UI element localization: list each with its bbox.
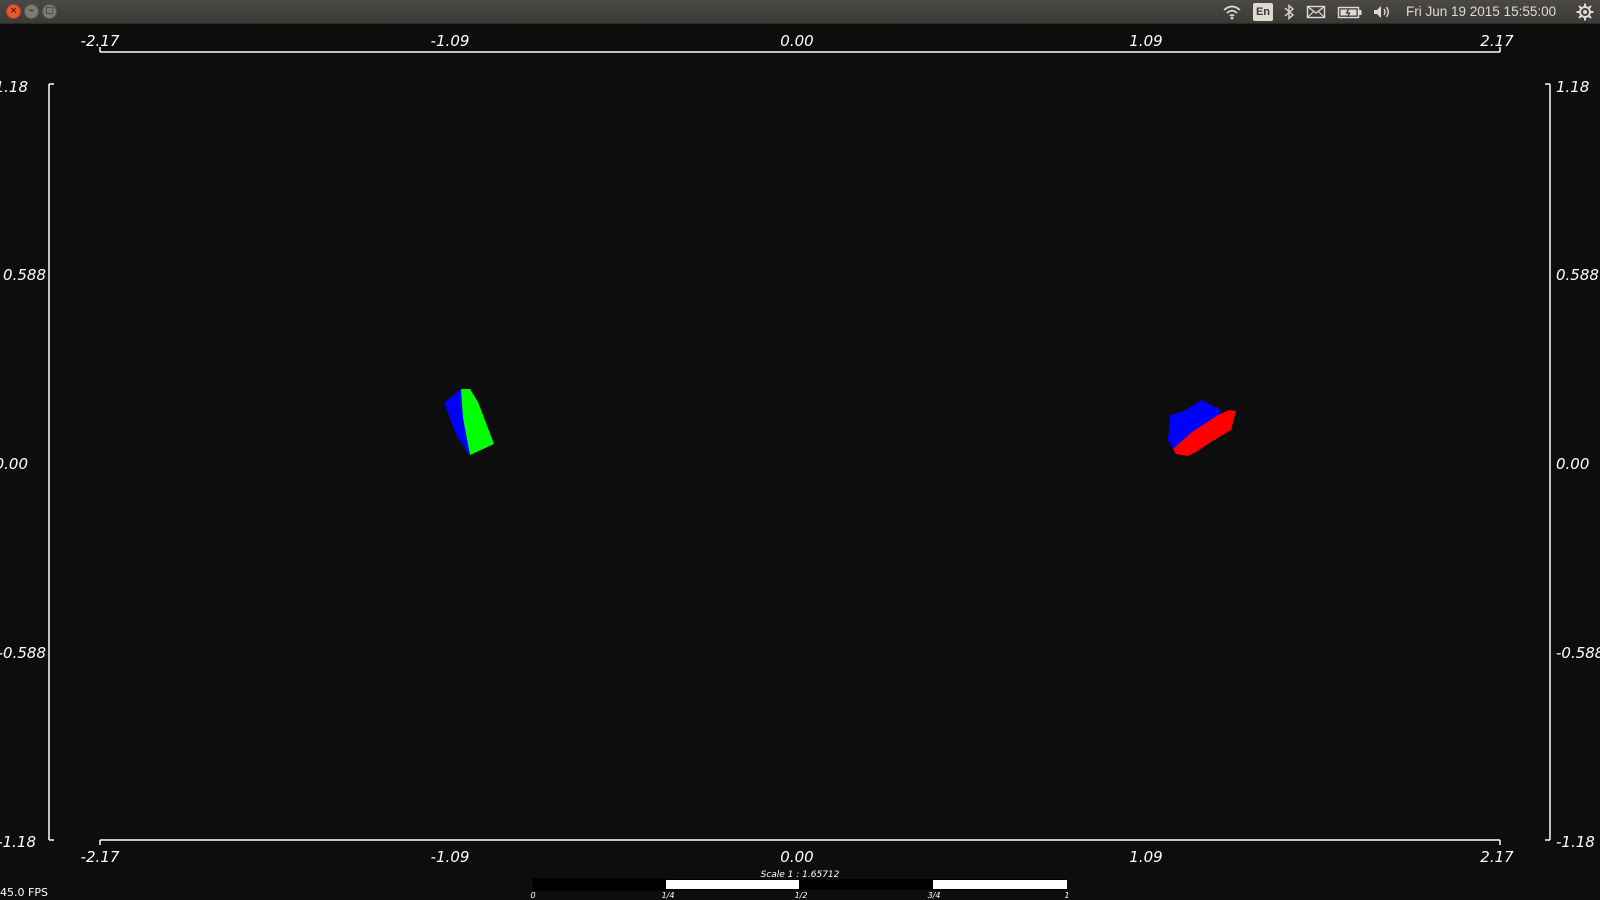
mail-icon[interactable] [1306,0,1326,24]
left-axis-label: 0.00 [0,455,28,473]
right-axis-label: 0.00 [1556,455,1589,473]
top-axis-label: 1.09 [1129,32,1162,50]
bottom-axis-label: 2.17 [1480,848,1514,866]
window-minimize-button[interactable]: – [24,4,39,19]
settings-gear-icon[interactable] [1575,0,1595,24]
left-axis-label: -0.588 [0,644,46,662]
right-axis-label: -0.588 [1556,644,1600,662]
left-axis-label: 1.18 [0,78,28,96]
scale-bar-segment [799,879,933,890]
top-axis-label: -1.09 [431,32,470,50]
battery-icon[interactable] [1337,0,1363,24]
window-maximize-button[interactable]: □ [42,4,57,19]
scale-bar-segment [532,878,667,891]
right-axis-label: 0.588 [1556,266,1599,284]
scale-bar-label: Scale 1 : 1.65712 [761,870,840,880]
wifi-icon[interactable] [1222,0,1242,24]
system-top-panel: × – □ En Fri Jun 19 2015 15:55:00 [0,0,1600,24]
bottom-axis-label: -2.17 [81,848,120,866]
volume-icon[interactable] [1372,0,1394,24]
scale-bar-tick-label: 1/2 [795,891,808,900]
fps-counter: 45.0 FPS [0,886,48,899]
right-axis-label: -1.18 [1556,833,1595,851]
scale-bar: Scale 1 : 1.65712 0 1/4 1/2 3/4 1 [530,870,1069,900]
plot-canvas[interactable]: -2.17 -1.09 0.00 1.09 2.17 -2.17 -1.09 0… [0,24,1600,900]
scale-bar-segment [933,880,1067,889]
scale-bar-segment [666,880,799,889]
axis-frame [48,47,1551,845]
right-object[interactable] [1168,400,1236,456]
bottom-axis-label: -1.09 [431,848,470,866]
window-close-button[interactable]: × [6,4,21,19]
left-axis-label: -1.18 [0,833,36,851]
bottom-axis-label: 1.09 [1129,848,1162,866]
bluetooth-icon[interactable] [1283,0,1295,24]
left-axis-label: 0.588 [3,266,46,284]
scale-bar-tick-label: 1/4 [662,891,675,900]
clock[interactable]: Fri Jun 19 2015 15:55:00 [1406,0,1556,24]
keyboard-language-indicator[interactable]: En [1253,3,1273,21]
top-axis-label: 0.00 [780,32,813,50]
left-object[interactable] [444,389,494,455]
top-axis-label: 2.17 [1480,32,1514,50]
scale-bar-tick-label: 0 [530,891,535,900]
bottom-axis-label: 0.00 [780,848,813,866]
right-axis-label: 1.18 [1556,78,1589,96]
scale-bar-tick-label: 3/4 [928,891,941,900]
scale-bar-tick-label: 1 [1064,891,1069,900]
top-axis-label: -2.17 [81,32,120,50]
